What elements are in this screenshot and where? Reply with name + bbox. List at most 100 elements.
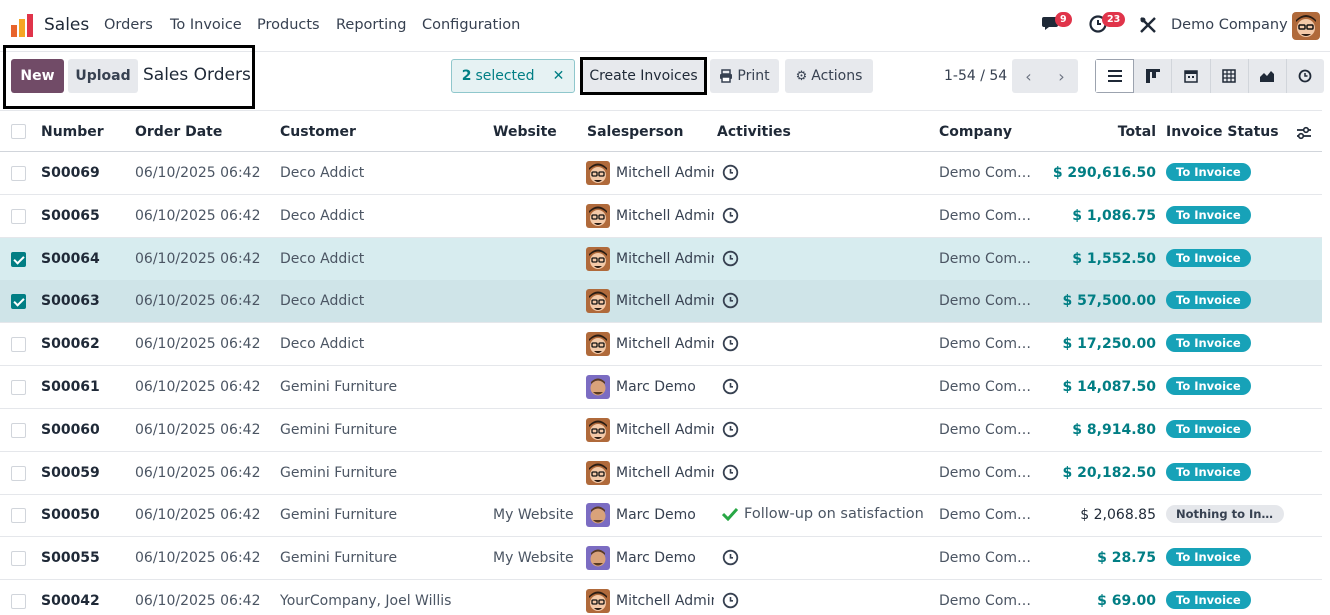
menu-orders[interactable]: Orders [104, 17, 153, 33]
row-checkbox[interactable] [11, 208, 26, 224]
invoice-status-badge: To Invoice [1166, 163, 1251, 181]
invoice-status-badge: To Invoice [1166, 334, 1251, 353]
activity-widget[interactable] [722, 207, 739, 224]
company-name: Demo Company [939, 550, 1034, 567]
col-total[interactable]: Total [1118, 124, 1156, 140]
table-row[interactable]: S00064 06/10/2025 06:42 Deco Addict Mitchel… [0, 237, 1322, 281]
order-total: $ 290,616.50 [1052, 165, 1156, 181]
table-row[interactable]: S00042 06/10/2025 06:42 YourCompany, Joel … [0, 580, 1322, 615]
col-website[interactable]: Website [493, 124, 557, 140]
customer-name: Deco Addict [280, 336, 365, 353]
activity-clock-icon [722, 335, 739, 352]
activity-widget[interactable] [722, 549, 739, 566]
clear-selection-icon[interactable]: ✕ [553, 68, 565, 84]
table-row[interactable]: S00061 06/10/2025 06:42 Gemini Furniture Ma… [0, 366, 1322, 409]
company-name: Demo Company [939, 250, 1034, 267]
upload-button[interactable]: Upload [68, 59, 138, 93]
messages-button[interactable]: 9 [1041, 12, 1072, 38]
salesperson-name: Mitchell Admin [616, 250, 714, 267]
table-row[interactable]: S00059 06/10/2025 06:42 Gemini Furniture Mi… [0, 452, 1322, 495]
row-checkbox[interactable] [11, 508, 26, 524]
col-company[interactable]: Company [939, 124, 1012, 140]
order-number: S00061 [41, 379, 100, 395]
row-checkbox[interactable] [11, 337, 26, 353]
select-all-checkbox[interactable] [11, 124, 26, 139]
user-avatar[interactable] [1292, 12, 1320, 40]
pager-value[interactable]: 1-54 / 54 [944, 68, 1007, 84]
create-invoices-button[interactable]: Create Invoices [583, 60, 704, 92]
debug-tools-button[interactable] [1139, 16, 1157, 38]
row-checkbox[interactable] [11, 251, 26, 267]
kanban-view-icon[interactable] [1134, 59, 1173, 93]
sales-app-icon[interactable] [9, 13, 35, 39]
activity-widget[interactable] [722, 421, 739, 438]
activity-clock-icon [722, 378, 739, 395]
app-name[interactable]: Sales [44, 15, 89, 35]
company-name: Demo Company [939, 207, 1034, 224]
col-salesperson[interactable]: Salesperson [587, 124, 684, 140]
activity-widget[interactable]: Follow-up on satisfaction [722, 506, 924, 522]
order-date: 06/10/2025 06:42 [135, 464, 261, 481]
activity-widget[interactable] [722, 464, 739, 481]
activity-widget[interactable] [722, 335, 739, 352]
new-button[interactable]: New [11, 59, 64, 93]
company-name: Demo Company [939, 293, 1034, 310]
calendar-view-icon[interactable] [1172, 59, 1211, 93]
salesperson: Mitchell Admin [586, 289, 714, 314]
col-customer[interactable]: Customer [280, 124, 356, 140]
invoice-status-badge: To Invoice [1166, 205, 1251, 224]
table-row[interactable]: S00065 06/10/2025 06:42 Deco Addict Mitchel… [0, 195, 1322, 238]
chevron-right-icon[interactable]: › [1045, 59, 1078, 93]
company-switcher[interactable]: Demo Company [1171, 17, 1288, 33]
company-name: Demo Company [939, 507, 1034, 524]
menu-products[interactable]: Products [257, 17, 320, 33]
print-button[interactable]: Print [710, 59, 779, 93]
activity-clock-icon [722, 592, 739, 609]
table-row[interactable]: S00062 06/10/2025 06:42 Deco Addict Mitchel… [0, 323, 1322, 367]
order-date: 06/10/2025 06:42 [135, 421, 261, 438]
menu-to-invoice[interactable]: To Invoice [170, 17, 242, 33]
selected-label: selected [475, 68, 535, 84]
row-checkbox[interactable] [11, 294, 26, 310]
check-icon [722, 508, 738, 522]
graph-view-icon[interactable] [1249, 59, 1287, 93]
row-checkbox[interactable] [11, 380, 26, 395]
menu-configuration[interactable]: Configuration [422, 17, 520, 33]
column-settings-icon[interactable] [1296, 126, 1312, 140]
table-row[interactable]: S00050 06/10/2025 06:42 Gemini Furniture My… [0, 494, 1322, 538]
activity-widget[interactable] [722, 378, 739, 395]
row-checkbox[interactable] [11, 465, 26, 481]
col-order-date[interactable]: Order Date [135, 124, 222, 140]
list-view-icon[interactable] [1095, 59, 1135, 93]
activity-widget[interactable] [722, 592, 739, 609]
table-row[interactable]: S00069 06/10/2025 06:42 Deco Addict Mitchel… [0, 152, 1322, 195]
pager-navigation: ‹ › [1012, 59, 1078, 93]
table-row[interactable]: S00060 06/10/2025 06:42 Gemini Furniture Mi… [0, 409, 1322, 452]
activity-widget[interactable] [722, 292, 739, 309]
activity-widget[interactable] [722, 250, 739, 267]
activity-view-icon[interactable] [1287, 59, 1324, 93]
menu-reporting[interactable]: Reporting [336, 17, 407, 33]
company-name: Demo Company [939, 464, 1034, 481]
col-invoice-status[interactable]: Invoice Status [1166, 124, 1279, 140]
salesperson-name: Mitchell Admin [616, 207, 714, 224]
actions-label: Actions [811, 68, 863, 84]
order-total: $ 14,087.50 [1062, 379, 1156, 395]
activity-widget[interactable] [722, 164, 739, 181]
col-number[interactable]: Number [41, 124, 104, 140]
table-row[interactable]: S00055 06/10/2025 06:42 Gemini Furniture My… [0, 537, 1322, 581]
company-name: Demo Company [939, 379, 1034, 395]
order-date: 06/10/2025 06:42 [135, 593, 261, 609]
row-checkbox[interactable] [11, 166, 26, 181]
pivot-view-icon[interactable] [1211, 59, 1249, 93]
row-checkbox[interactable] [11, 422, 26, 438]
col-activities[interactable]: Activities [717, 124, 791, 140]
row-checkbox[interactable] [11, 594, 26, 609]
table-row[interactable]: S00063 06/10/2025 06:42 Deco Addict Mitchel… [0, 280, 1322, 324]
customer-name: Deco Addict [280, 250, 365, 267]
activities-button[interactable]: 23 [1088, 12, 1126, 38]
chevron-left-icon[interactable]: ‹ [1012, 59, 1045, 93]
order-date: 06/10/2025 06:42 [135, 550, 261, 567]
row-checkbox[interactable] [11, 551, 26, 567]
actions-button[interactable]: ⚙ Actions [785, 59, 873, 93]
